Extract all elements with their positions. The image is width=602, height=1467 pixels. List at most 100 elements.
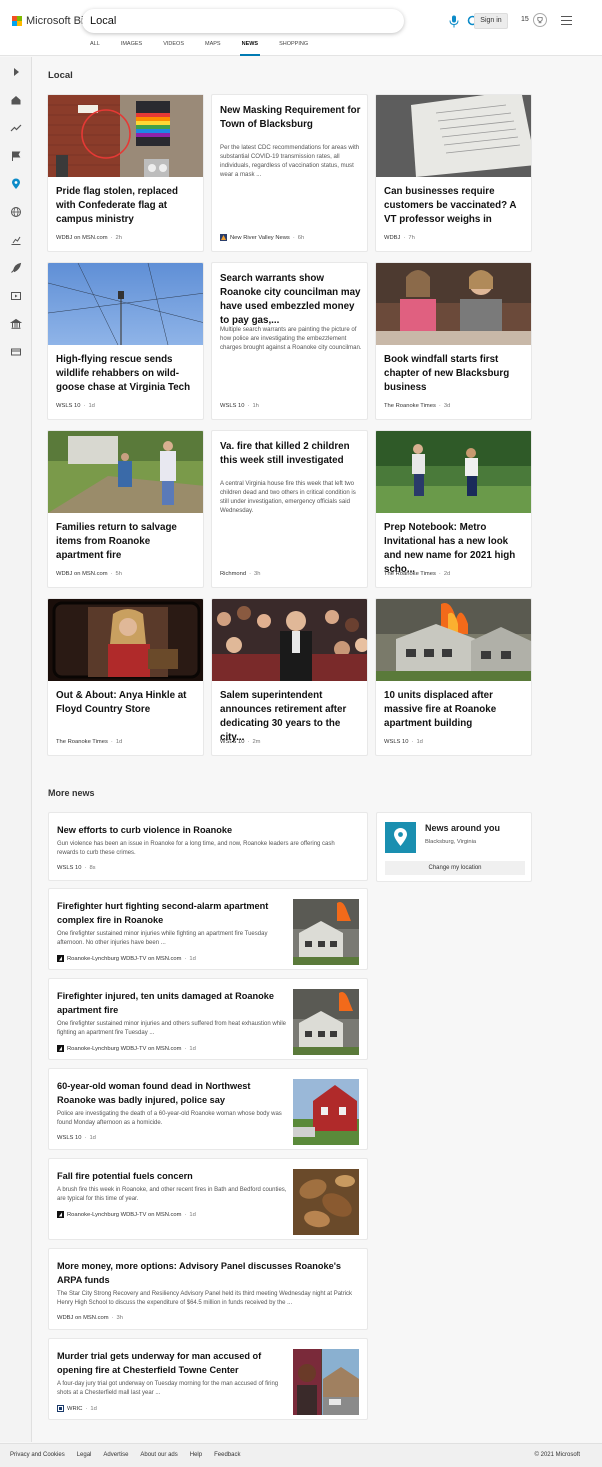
card-thumbnail [48,263,203,345]
copyright: © 2021 Microsoft [534,1452,580,1458]
card-headline[interactable]: Can businesses require customers be vacc… [384,185,526,227]
card-source: The Roanoke Times · 1d [56,739,123,745]
news-list-item[interactable]: New efforts to curb violence in Roanoke … [48,812,368,881]
news-source: WRIC · 1d [57,1405,97,1412]
tab-shopping[interactable]: SHOPPING [279,41,308,56]
news-card[interactable]: Salem superintendent announces retiremen… [211,598,368,756]
search-input[interactable] [90,13,350,29]
card-source: The Roanoke Times · 3d [384,403,451,409]
news-list-item[interactable]: More money, more options: Advisory Panel… [48,1248,368,1330]
source-name: WDBJ on MSN.com [57,1315,109,1321]
source-name: Roanoke-Lynchburg WDBJ-TV on MSN.com [67,955,182,962]
news-card[interactable]: Pride flag stolen, replaced with Confede… [47,94,204,252]
news-headline[interactable]: Firefighter injured, ten units damaged a… [57,989,287,1017]
microphone-icon[interactable] [449,15,459,28]
chart-icon[interactable] [10,234,22,246]
card-source: The Roanoke Times · 2d [384,571,451,577]
card-source: WDBJ · 7h [384,235,415,241]
source-name: WDBJ on MSN.com [56,571,108,577]
tab-all[interactable]: ALL [90,41,100,56]
top-bar: Microsoft Bing Sign in 15 ALL IMAGES VID… [0,0,602,56]
footer: Privacy and Cookies Legal Advertise Abou… [0,1443,602,1467]
card-headline[interactable]: New Masking Requirement for Town of Blac… [220,104,362,132]
news-card[interactable]: New Masking Requirement for Town of Blac… [211,94,368,252]
source-name: WSLS 10 [220,403,245,409]
footer-link-legal[interactable]: Legal [77,1452,92,1458]
news-snippet: Police are investigating the death of a … [57,1111,282,1126]
source-name: WSLS 10 [57,865,82,871]
news-card[interactable]: Can businesses require customers be vacc… [375,94,532,252]
film-icon[interactable] [10,290,22,302]
rewards-count[interactable]: 15 [521,16,529,23]
tab-news[interactable]: NEWS [239,41,260,56]
card-snippet: Multiple search warrants are painting th… [220,326,362,351]
money-icon[interactable] [10,346,22,358]
home-icon[interactable] [10,94,22,106]
sign-in-button[interactable]: Sign in [474,13,508,29]
tab-images[interactable]: IMAGES [121,41,142,56]
news-card[interactable]: Book windfall starts first chapter of ne… [375,262,532,420]
news-headline[interactable]: New efforts to curb violence in Roanoke [57,823,357,837]
source-name: Richmond [220,571,247,577]
news-card[interactable]: Search warrants show Roanoke city counci… [211,262,368,420]
source-name: WRIC [67,1405,83,1412]
news-headline[interactable]: Firefighter hurt fighting second-alarm a… [57,899,287,927]
microsoft-logo-icon [12,16,22,26]
footer-link-about-ads[interactable]: About our ads [140,1452,177,1458]
news-headline[interactable]: Murder trial gets underway for man accus… [57,1349,287,1377]
news-headline[interactable]: Fall fire potential fuels concern [57,1169,287,1183]
footer-link-help[interactable]: Help [190,1452,202,1458]
card-headline[interactable]: Prep Notebook: Metro Invitational has a … [384,521,526,577]
news-card[interactable]: Families return to salvage items from Ro… [47,430,204,588]
rewards-trophy-icon[interactable] [533,13,547,27]
flag-icon[interactable] [10,150,22,162]
article-age: 2m [252,739,261,745]
card-snippet: Per the latest CDC recommendations for a… [220,144,360,178]
source-logo-icon [57,1211,64,1218]
source-name: The Roanoke Times [384,571,436,577]
card-headline[interactable]: 10 units displaced after massive fire at… [384,689,526,731]
footer-link-feedback[interactable]: Feedback [214,1452,240,1458]
news-list-item[interactable]: Fall fire potential fuels concern A brus… [48,1158,368,1240]
news-card[interactable]: 10 units displaced after massive fire at… [375,598,532,756]
source-name: New River Valley News [230,234,290,241]
card-headline[interactable]: Search warrants show Roanoke city counci… [220,272,362,328]
footer-link-privacy[interactable]: Privacy and Cookies [10,1452,65,1458]
card-headline[interactable]: Book windfall starts first chapter of ne… [384,353,526,395]
news-headline[interactable]: More money, more options: Advisory Panel… [57,1259,357,1287]
footer-link-advertise[interactable]: Advertise [103,1452,128,1458]
card-source: WSLS 10 · 1h [220,403,259,409]
news-list-item[interactable]: Murder trial gets underway for man accus… [48,1338,368,1420]
article-age: 1d [89,1135,96,1141]
rocket-icon[interactable] [10,262,22,274]
news-headline[interactable]: 60-year-old woman found dead in Northwes… [57,1079,287,1107]
tab-videos[interactable]: VIDEOS [163,41,184,56]
card-headline[interactable]: Va. fire that killed 2 children this wee… [220,440,362,468]
card-headline[interactable]: Pride flag stolen, replaced with Confede… [56,185,198,227]
globe-icon[interactable] [10,206,22,218]
news-list-item[interactable]: Firefighter injured, ten units damaged a… [48,978,368,1060]
news-card[interactable]: High-flying rescue sends wildlife rehabb… [47,262,204,420]
expand-icon[interactable] [10,66,22,78]
card-thumbnail [376,599,531,681]
source-name: WSLS 10 [220,739,245,745]
card-source: WDBJ on MSN.com · 5h [56,571,122,577]
card-headline[interactable]: Families return to salvage items from Ro… [56,521,198,563]
government-icon[interactable] [10,318,22,330]
news-card[interactable]: Va. fire that killed 2 children this wee… [211,430,368,588]
location-icon[interactable] [10,178,22,190]
article-age: 5h [115,571,122,577]
trending-icon[interactable] [10,122,22,134]
hamburger-menu-icon[interactable] [561,16,572,25]
news-card[interactable]: Out & About: Anya Hinkle at Floyd Countr… [47,598,204,756]
news-card[interactable]: Prep Notebook: Metro Invitational has a … [375,430,532,588]
card-headline[interactable]: Salem superintendent announces retiremen… [220,689,362,745]
news-snippet: A four-day jury trial got underway on Tu… [57,1381,279,1396]
news-list-item[interactable]: Firefighter hurt fighting second-alarm a… [48,888,368,970]
news-thumbnail [293,1169,359,1235]
news-list-item[interactable]: 60-year-old woman found dead in Northwes… [48,1068,368,1150]
card-headline[interactable]: Out & About: Anya Hinkle at Floyd Countr… [56,689,198,717]
tab-maps[interactable]: MAPS [205,41,221,56]
card-headline[interactable]: High-flying rescue sends wildlife rehabb… [56,353,198,395]
change-location-button[interactable]: Change my location [385,861,525,875]
